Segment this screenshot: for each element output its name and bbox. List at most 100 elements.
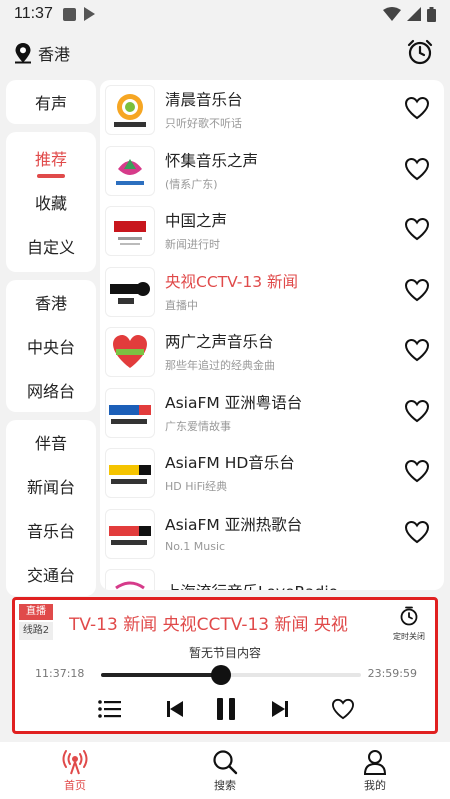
- station-title: 清晨音乐台: [165, 91, 243, 110]
- sidebar-item-recommended[interactable]: 推荐: [6, 136, 96, 180]
- nav-search[interactable]: 搜索: [150, 742, 300, 799]
- station-row[interactable]: 清晨音乐台 只听好歌不听话: [100, 80, 444, 141]
- category-sidebar: 有声 推荐 收藏 自定义 香港 中央台 网络台 伴音 新闻台 音乐台 交通台: [6, 80, 96, 604]
- station-logo: [105, 508, 155, 559]
- sidebar-item-music[interactable]: 音乐台: [6, 508, 96, 552]
- route-switch-button[interactable]: 线路2: [19, 622, 53, 640]
- previous-button[interactable]: [160, 694, 190, 724]
- pause-button[interactable]: [211, 694, 241, 724]
- notification-icon: [62, 7, 76, 21]
- nav-home[interactable]: 首页: [0, 742, 150, 799]
- progress-knob[interactable]: [210, 665, 231, 685]
- station-row[interactable]: AsiaFM 亚洲粤语台 广东爱情故事: [100, 383, 444, 444]
- favorite-heart-icon[interactable]: [404, 520, 430, 544]
- now-playing-marquee: TV-13 新闻 央视CCTV-13 新闻 央视: [69, 615, 348, 634]
- sidebar-item-custom[interactable]: 自定义: [6, 224, 96, 268]
- station-row[interactable]: 中国之声 新闻进行时: [100, 201, 444, 262]
- station-row-playing[interactable]: 央视CCTV-13 新闻 直播中: [100, 262, 444, 323]
- station-title: AsiaFM 亚洲热歌台: [165, 516, 303, 535]
- progress-fill: [101, 673, 221, 677]
- station-title: 两广之声音乐台: [165, 333, 274, 352]
- signal-icon: [407, 7, 421, 21]
- timer-clock-icon: [400, 606, 418, 626]
- search-icon: [213, 749, 238, 774]
- player-controls: [15, 694, 435, 724]
- status-bar: 11:37: [0, 0, 450, 28]
- favorite-heart-icon[interactable]: [404, 157, 430, 181]
- station-title: 中国之声: [165, 212, 228, 231]
- sidebar-item-favorites[interactable]: 收藏: [6, 180, 96, 224]
- location-selector[interactable]: 香港: [14, 41, 70, 65]
- station-subtitle: 只听好歌不听话: [165, 117, 242, 131]
- station-logo: [105, 387, 155, 438]
- station-row[interactable]: 怀集音乐之声 (情系广东): [100, 141, 444, 202]
- sidebar-group-personal: 推荐 收藏 自定义: [6, 132, 96, 272]
- sidebar-item-internet[interactable]: 网络台: [6, 368, 96, 412]
- sidebar-item-traffic[interactable]: 交通台: [6, 552, 96, 596]
- favorite-heart-icon[interactable]: [404, 338, 430, 362]
- bottom-nav: 首页 搜索 我的: [0, 742, 450, 799]
- sidebar-item-audiobook[interactable]: 有声: [6, 80, 96, 124]
- sidebar-item-news[interactable]: 新闻台: [6, 464, 96, 508]
- favorite-heart-icon[interactable]: [404, 459, 430, 483]
- wifi-icon: [383, 7, 401, 21]
- favorite-heart-icon[interactable]: [404, 217, 430, 241]
- time-end: 23:59:59: [367, 667, 417, 680]
- station-subtitle: HD HiFi经典: [165, 480, 228, 494]
- favorite-heart-icon[interactable]: [404, 96, 430, 120]
- play-notification-icon: [83, 7, 95, 21]
- sidebar-item-hongkong[interactable]: 香港: [6, 280, 96, 324]
- skip-previous-icon: [167, 701, 183, 717]
- station-subtitle: No.1 Music: [165, 540, 226, 554]
- program-title: 暂无节目内容: [188, 646, 261, 660]
- station-title: 央视CCTV-13 新闻: [165, 272, 299, 291]
- time-start: 11:37:18: [35, 667, 85, 680]
- sidebar-item-central[interactable]: 中央台: [6, 324, 96, 368]
- sidebar-group-region: 香港 中央台 网络台: [6, 280, 96, 412]
- sleep-timer-button[interactable]: 定时关闭: [389, 606, 429, 642]
- player-favorite-button[interactable]: [327, 694, 359, 724]
- playlist-icon: [98, 700, 121, 718]
- nav-profile-label: 我的: [364, 778, 386, 792]
- location-label: 香港: [38, 45, 71, 64]
- station-title: 怀集音乐之声: [165, 151, 259, 170]
- station-title: 上海流行音乐LoveRadio: [165, 581, 444, 590]
- location-pin-icon: [15, 43, 31, 64]
- station-row[interactable]: 两广之声音乐台 那些年追过的经典金曲: [100, 322, 444, 383]
- alarm-clock-icon[interactable]: [406, 38, 434, 66]
- station-subtitle: (情系广东): [165, 177, 218, 191]
- nav-home-label: 首页: [64, 778, 86, 792]
- sidebar-group-audio: 有声: [6, 80, 96, 124]
- favorite-heart-icon[interactable]: [404, 278, 430, 302]
- sidebar-group-genre: 伴音 新闻台 音乐台 交通台: [6, 420, 96, 596]
- station-logo: [105, 569, 155, 590]
- station-row[interactable]: 上海流行音乐LoveRadio: [100, 564, 444, 590]
- sleep-timer-label: 定时关闭: [393, 632, 425, 641]
- progress-track[interactable]: [101, 665, 361, 685]
- station-subtitle: 那些年追过的经典金曲: [165, 359, 275, 373]
- station-subtitle: 广东爱情故事: [165, 419, 231, 433]
- live-badge: 直播: [19, 604, 53, 620]
- sidebar-item-companion[interactable]: 伴音: [6, 420, 96, 464]
- station-subtitle: 直播中: [165, 298, 198, 312]
- station-logo: [105, 327, 155, 378]
- station-logo: [105, 145, 155, 196]
- station-logo: [105, 85, 155, 136]
- station-row[interactable]: AsiaFM HD音乐台 HD HiFi经典: [100, 443, 444, 504]
- nav-profile[interactable]: 我的: [300, 742, 450, 799]
- radio-icon: [62, 749, 88, 774]
- station-subtitle: 新闻进行时: [165, 238, 220, 252]
- station-logo: [105, 448, 155, 499]
- station-row[interactable]: AsiaFM 亚洲热歌台 No.1 Music: [100, 504, 444, 565]
- playlist-button[interactable]: [95, 694, 125, 724]
- next-button[interactable]: [265, 694, 295, 724]
- skip-next-icon: [272, 701, 288, 717]
- favorite-heart-icon[interactable]: [404, 399, 430, 423]
- battery-icon: [427, 6, 436, 22]
- station-logo: [105, 266, 155, 317]
- nav-search-label: 搜索: [214, 778, 236, 792]
- pause-icon: [217, 698, 235, 720]
- top-bar: 香港: [0, 32, 450, 74]
- station-title: AsiaFM HD音乐台: [165, 454, 295, 473]
- station-title: AsiaFM 亚洲粤语台: [165, 393, 303, 412]
